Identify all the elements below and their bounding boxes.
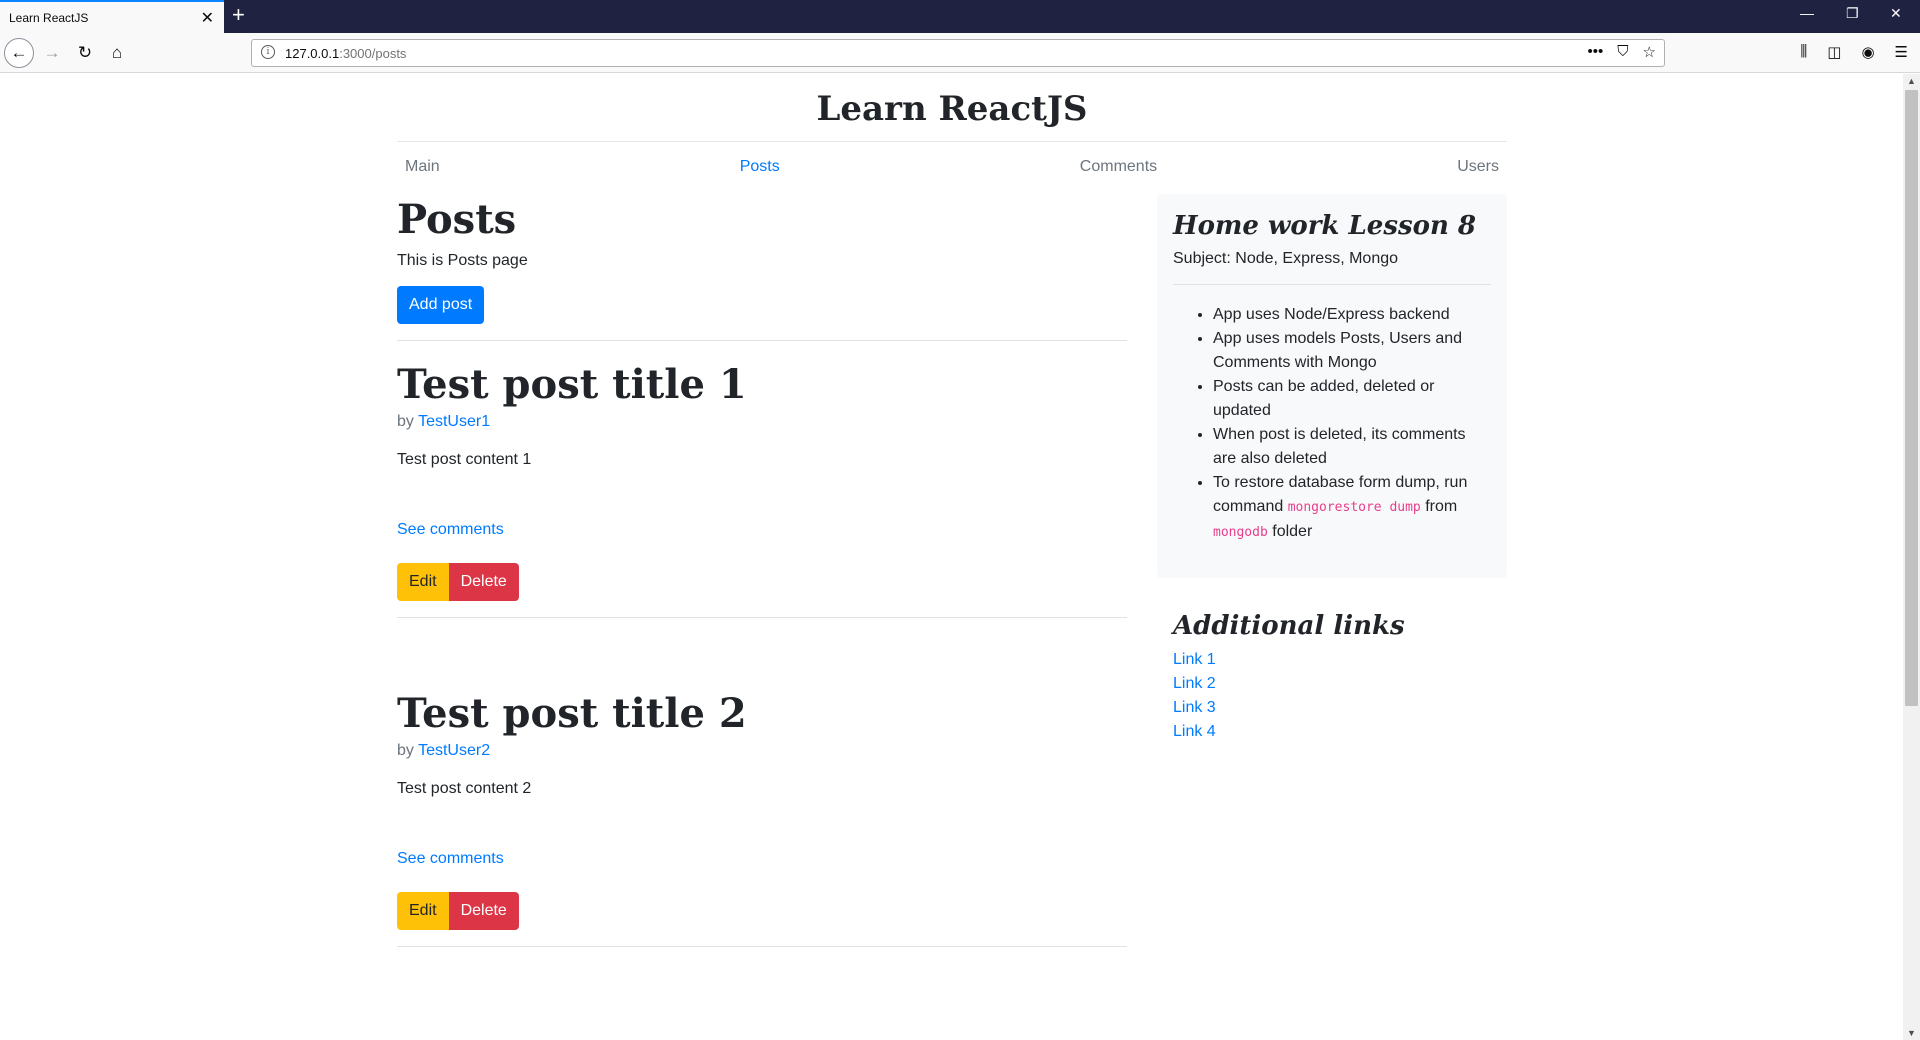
homework-heading: Home work Lesson 8 [1173,211,1476,241]
list-item: Posts can be added, deleted or updated [1213,375,1491,423]
nav-link-main[interactable]: Main [405,158,440,176]
list-item: App uses Node/Express backend [1213,303,1491,327]
site-nav: Main Posts Comments Users [397,142,1507,192]
restore-command: mongorestore dump [1287,500,1421,515]
reload-icon[interactable]: ↻ [71,39,99,67]
see-comments-link[interactable]: See comments [397,850,1127,868]
restore-window-icon[interactable]: ❐ [1846,5,1859,22]
close-tab-icon[interactable]: ✕ [201,8,214,28]
edit-button[interactable]: Edit [397,563,449,601]
post-meta: by TestUser1 [397,413,1127,431]
pocket-icon[interactable]: ⛉ [1617,43,1628,61]
scroll-thumb[interactable] [1905,90,1918,706]
url-host: 127.0.0.1 [285,46,340,61]
delete-button[interactable]: Delete [448,563,519,601]
close-window-icon[interactable]: ✕ [1890,5,1902,22]
tab-title: Learn ReactJS [9,11,89,25]
post-title: Test post title 1 [397,361,747,408]
page-container: Learn ReactJS Main Posts Comments Users … [397,74,1507,947]
homework-box: Home work Lesson 8 Subject: Node, Expres… [1157,194,1507,578]
page-actions-icon[interactable]: ••• [1588,43,1604,61]
menu-icon[interactable]: ☰ [1895,43,1908,61]
post-card: Test post title 1 by TestUser1 Test post… [397,361,1127,618]
list-item: When post is deleted, its comments are a… [1213,423,1491,471]
restore-text: folder [1267,523,1313,540]
url-bar[interactable]: i 127.0.0.1:3000/posts ••• ⛉ ☆ [251,39,1665,67]
sidebar-icon[interactable]: ◫ [1827,43,1841,61]
link-4[interactable]: Link 4 [1173,723,1216,740]
library-icon[interactable]: ⫼ [1800,43,1807,61]
scroll-down-icon[interactable]: ▼ [1907,1028,1916,1038]
sidebar: Home work Lesson 8 Subject: Node, Expres… [1157,194,1507,760]
post-author-link[interactable]: TestUser1 [418,413,490,430]
page-description: This is Posts page [397,252,528,269]
site-info-icon[interactable]: i [261,45,275,59]
page-title: Posts [397,196,517,243]
link-2[interactable]: Link 2 [1173,675,1216,692]
homework-subject: Subject: Node, Express, Mongo [1173,250,1399,267]
browser-tab-bar: Learn ReactJS ✕ + — ❐ ✕ [0,0,1920,33]
restore-folder: mongodb [1213,525,1268,540]
post-by-label: by [397,413,414,430]
delete-button[interactable]: Delete [448,892,519,930]
see-comments-link[interactable]: See comments [397,521,1127,539]
additional-links-box: Additional links Link 1 Link 2 Link 3 Li… [1157,594,1507,760]
nav-link-comments[interactable]: Comments [1080,158,1157,176]
post-actions: Edit Delete [397,892,1127,930]
post-content: Test post content 2 [397,780,532,797]
link-3[interactable]: Link 3 [1173,699,1216,716]
minimize-icon[interactable]: — [1800,5,1814,21]
links-list: Link 1 Link 2 Link 3 Link 4 [1173,648,1491,744]
scroll-up-icon[interactable]: ▲ [1907,76,1916,86]
add-post-button[interactable]: Add post [397,286,485,324]
list-item: App uses models Posts, Users and Comment… [1213,327,1491,375]
home-icon[interactable]: ⌂ [103,39,131,67]
page-scrollbar[interactable]: ▲ ▼ [1903,74,1920,1040]
new-tab-icon[interactable]: + [232,2,245,28]
link-1[interactable]: Link 1 [1173,651,1216,668]
url-text[interactable]: 127.0.0.1:3000/posts [285,46,406,61]
bookmark-star-icon[interactable]: ☆ [1643,43,1656,61]
browser-tab[interactable]: Learn ReactJS ✕ [0,0,224,33]
forward-icon[interactable]: → [38,39,66,67]
back-icon[interactable]: ← [4,38,34,68]
account-icon[interactable]: ◉ [1861,43,1874,61]
restore-text: from [1420,498,1458,515]
nav-link-users[interactable]: Users [1457,158,1499,176]
url-path: :3000/posts [339,46,407,61]
homework-list: App uses Node/Express backend App uses m… [1173,303,1491,545]
browser-toolbar: ← → ↻ ⌂ i 127.0.0.1:3000/posts ••• ⛉ ☆ ⫼… [0,33,1920,73]
site-title[interactable]: Learn ReactJS [397,74,1507,142]
post-author-link[interactable]: TestUser2 [418,742,490,759]
post-by-label: by [397,742,414,759]
post-meta: by TestUser2 [397,742,1127,760]
divider [1173,284,1491,285]
edit-button[interactable]: Edit [397,892,449,930]
links-heading: Additional links [1173,611,1405,641]
nav-link-posts[interactable]: Posts [740,158,780,176]
post-title: Test post title 2 [397,690,747,737]
post-actions: Edit Delete [397,563,1127,601]
post-content: Test post content 1 [397,451,532,468]
post-card: Test post title 2 by TestUser2 Test post… [397,690,1127,947]
main-column: Posts This is Posts page Add post Test p… [397,192,1127,947]
divider [397,340,1127,341]
list-item: To restore database form dump, run comma… [1213,471,1491,545]
